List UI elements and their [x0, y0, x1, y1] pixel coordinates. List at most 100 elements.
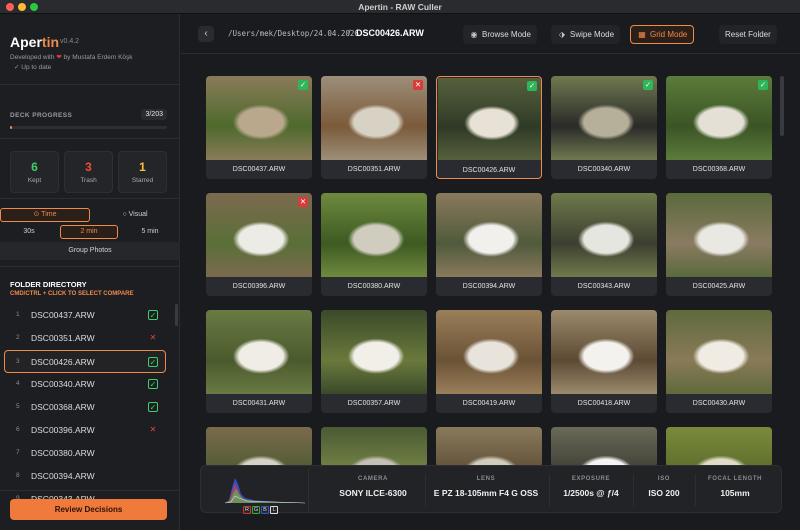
photo-card[interactable]: ✓ DSC00437.ARW	[206, 76, 312, 179]
photo-card[interactable]: DSC00380.ARW	[321, 193, 427, 296]
photo-filename: DSC00419.ARW	[462, 400, 516, 407]
photo-card[interactable]: ✓ DSC00368.ARW	[666, 76, 772, 179]
interval-2min-button[interactable]: 2 min	[60, 225, 118, 239]
trash-count: 3	[85, 160, 92, 174]
file-name: DSC00396.ARW	[31, 425, 95, 435]
deck-progress-count: 3/203	[141, 109, 167, 120]
keep-check-icon: ✓	[148, 402, 158, 412]
photo-thumbnail	[206, 193, 312, 277]
photo-thumbnail	[666, 76, 772, 160]
review-decisions-button[interactable]: Review Decisions	[10, 499, 167, 520]
file-list-item[interactable]: 6 DSC00396.ARW ✕	[0, 419, 172, 442]
file-name: DSC00368.ARW	[31, 402, 95, 412]
photo-filename: DSC00357.ARW	[347, 400, 401, 407]
photo-filename: DSC00430.ARW	[692, 400, 746, 407]
update-status: ✓ Up to date	[14, 64, 52, 71]
photo-card[interactable]: ✓ DSC00340.ARW	[551, 76, 657, 179]
photo-filename: DSC00351.ARW	[347, 166, 401, 173]
file-name: DSC00426.ARW	[31, 357, 95, 367]
sort-visual-button[interactable]: ○ Visual	[90, 208, 180, 222]
sidebar: Apertin v0.4.2 Developed with ❤ by Musta…	[0, 14, 180, 530]
channel-r-toggle[interactable]: R	[243, 506, 251, 514]
photo-filename: DSC00368.ARW	[692, 166, 746, 173]
photo-thumbnail	[666, 427, 772, 467]
divider	[0, 84, 180, 85]
starred-stat: 1 Starred	[118, 151, 167, 193]
photo-card[interactable]: DSC00343.ARW	[551, 193, 657, 296]
back-button[interactable]: ‹	[198, 26, 214, 42]
app-logo: Apertin	[10, 34, 60, 50]
keep-check-icon: ✓	[643, 80, 653, 90]
file-name: DSC00380.ARW	[31, 448, 95, 458]
photo-thumbnail	[321, 193, 427, 277]
kept-count: 6	[31, 160, 38, 174]
photo-card[interactable]: DSC00418.ARW	[551, 310, 657, 413]
file-list-item[interactable]: 1 DSC00437.ARW ✓	[0, 304, 172, 327]
file-list-item[interactable]: 2 DSC00351.ARW ✕	[0, 327, 172, 350]
photo-card[interactable]: DSC00430.ARW	[666, 310, 772, 413]
file-list-item[interactable]: 4 DSC00340.ARW ✓	[0, 373, 172, 396]
photo-card[interactable]	[436, 427, 542, 467]
photo-card[interactable]: ✕ DSC00351.ARW	[321, 76, 427, 179]
interval-30s-button[interactable]: 30s	[0, 225, 58, 239]
reset-folder-button[interactable]: Reset Folder	[719, 25, 777, 44]
browse-mode-button[interactable]: ◉ Browse Mode	[463, 25, 537, 44]
photo-filename: DSC00380.ARW	[347, 283, 401, 290]
photo-thumbnail	[551, 310, 657, 394]
file-name: DSC00351.ARW	[31, 333, 95, 343]
deck-progress-fill	[10, 126, 13, 129]
lens-info: LENS E PZ 18-105mm F4 G OSS	[433, 476, 539, 498]
file-index: 3	[16, 358, 20, 365]
sort-time-button[interactable]: ⊙ Time	[0, 208, 90, 222]
interval-5min-button[interactable]: 5 min	[120, 225, 180, 239]
interval-selector: 30s 2 min 5 min	[0, 225, 180, 239]
photo-filename: DSC00396.ARW	[232, 283, 286, 290]
file-list-item[interactable]: 7 DSC00380.ARW	[0, 442, 172, 465]
trash-label: Trash	[80, 177, 97, 184]
swipe-mode-button[interactable]: ⬗ Swipe Mode	[551, 25, 621, 44]
file-list-item[interactable]: 5 DSC00368.ARW ✓	[0, 396, 172, 419]
sort-mode-toggle: ⊙ Time ○ Visual	[0, 208, 180, 222]
grid-mode-button[interactable]: ▦ Grid Mode	[630, 25, 695, 44]
grid-icon: ▦	[638, 30, 646, 39]
current-file-name: DSC00426.ARW	[356, 28, 424, 38]
divider	[549, 474, 550, 506]
photo-card[interactable]: DSC00419.ARW	[436, 310, 542, 413]
photo-card[interactable]: DSC00431.ARW	[206, 310, 312, 413]
grid-scrollbar[interactable]	[780, 76, 784, 136]
channel-g-toggle[interactable]: G	[252, 506, 260, 514]
photo-card[interactable]	[666, 427, 772, 467]
photo-card[interactable]	[321, 427, 427, 467]
photo-card[interactable]: DSC00394.ARW	[436, 193, 542, 296]
file-name: DSC00437.ARW	[31, 310, 95, 320]
photo-card[interactable]	[551, 427, 657, 467]
file-list-item[interactable]: 3 DSC00426.ARW ✓	[4, 350, 166, 373]
channel-b-toggle[interactable]: B	[261, 506, 269, 514]
starred-count: 1	[139, 160, 146, 174]
channel-l-toggle[interactable]: L	[270, 506, 278, 514]
photo-card[interactable]: DSC00425.ARW	[666, 193, 772, 296]
photo-filename: DSC00425.ARW	[692, 283, 746, 290]
file-list-scrollbar[interactable]	[175, 304, 178, 326]
photo-card[interactable]: ✕ DSC00396.ARW	[206, 193, 312, 296]
heart-icon: ❤	[56, 54, 62, 61]
file-list-item[interactable]: 8 DSC00394.ARW	[0, 465, 172, 488]
photo-card[interactable]	[206, 427, 312, 467]
app-version: v0.4.2	[60, 38, 80, 45]
group-photos-button[interactable]: Group Photos	[0, 242, 180, 260]
starred-label: Starred	[131, 177, 154, 184]
file-index: 4	[16, 380, 20, 387]
exif-info-bar: RGBL CAMERA SONY ILCE-6300 LENS E PZ 18-…	[200, 465, 782, 514]
photo-filename: DSC00437.ARW	[232, 166, 286, 173]
iso-info: ISO ISO 200	[648, 476, 680, 498]
photo-card[interactable]: DSC00357.ARW	[321, 310, 427, 413]
photo-filename: DSC00340.ARW	[577, 166, 631, 173]
title-bar: Apertin - RAW Culler	[0, 0, 800, 14]
photo-card[interactable]: ✓ DSC00426.ARW	[436, 76, 542, 179]
file-index: 7	[16, 449, 20, 456]
photo-thumbnail	[436, 310, 542, 394]
chevron-left-icon: ‹	[204, 28, 208, 39]
photo-thumbnail	[666, 310, 772, 394]
photo-thumbnail	[321, 76, 427, 160]
photo-thumbnail	[551, 76, 657, 160]
